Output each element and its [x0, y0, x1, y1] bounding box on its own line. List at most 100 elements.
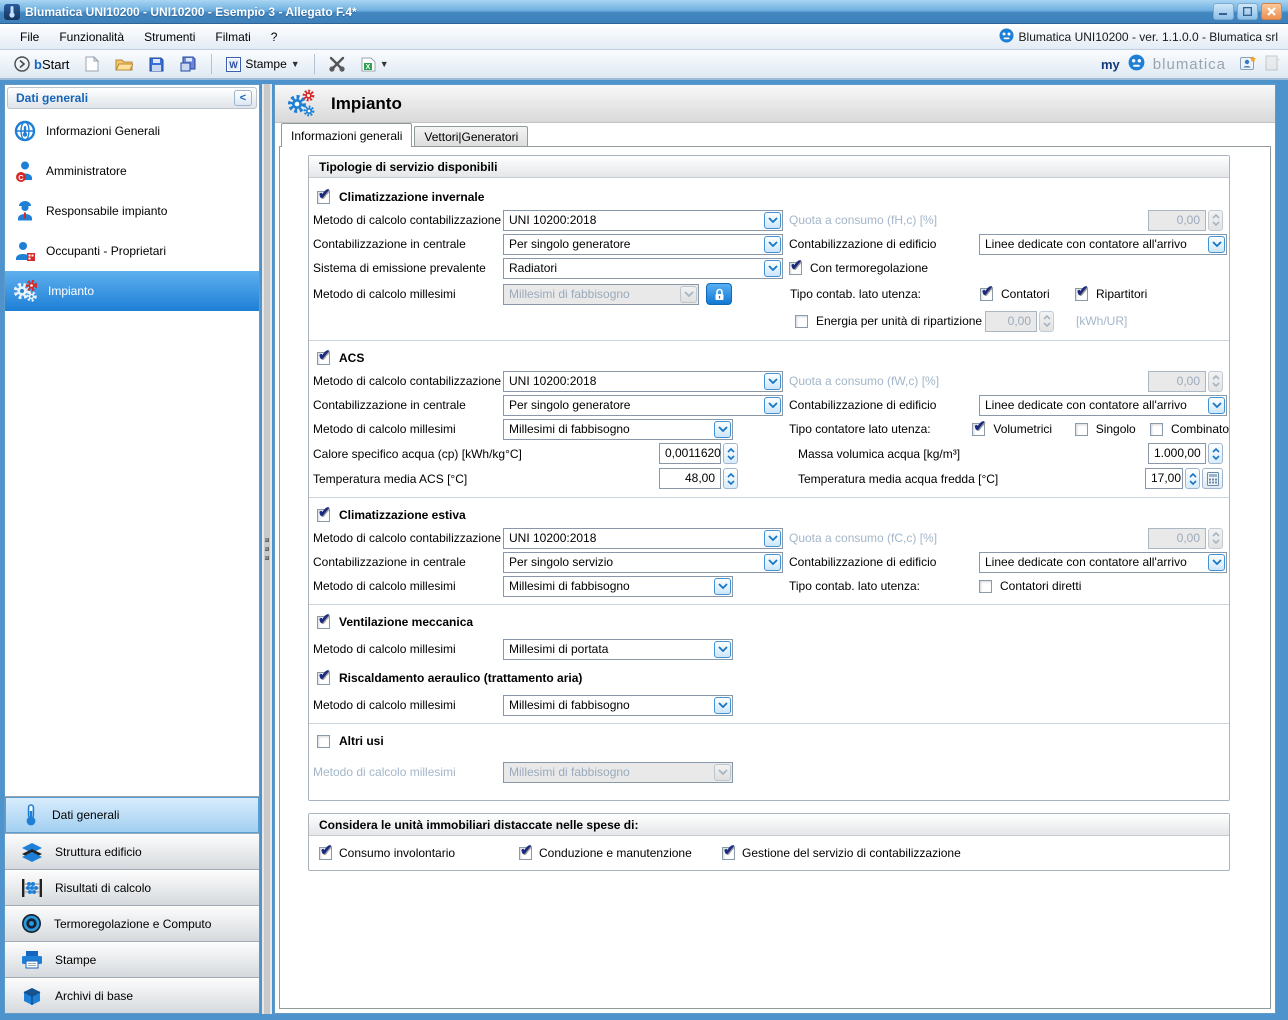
metodo-calcolo-dropdown[interactable]: UNI 10200:2018 — [503, 210, 783, 231]
combinato-checkbox[interactable] — [1150, 423, 1163, 436]
contabilizzazione-centrale-dropdown[interactable]: Per singolo generatore — [503, 234, 783, 255]
menu-help[interactable]: ? — [261, 26, 288, 48]
metodo-calcolo-dropdown[interactable]: UNI 10200:2018 — [503, 528, 783, 549]
sidebar-item-occupanti-proprietari[interactable]: Occupanti - Proprietari — [5, 231, 259, 271]
consumo-involontario-checkbox[interactable] — [319, 847, 332, 860]
panel-splitter[interactable] — [260, 84, 274, 1014]
acs-checkbox[interactable] — [317, 352, 330, 365]
spinner-buttons[interactable] — [1208, 443, 1223, 464]
millesimi-dropdown[interactable]: Millesimi di fabbisogno — [503, 419, 733, 440]
calculator-button[interactable] — [1202, 468, 1223, 489]
gestione-servizio-checkbox[interactable] — [722, 847, 735, 860]
new-file-button[interactable] — [79, 53, 105, 75]
gears-icon — [287, 89, 321, 119]
chevron-down-icon[interactable] — [764, 373, 781, 390]
sidebar-item-label: Informazioni Generali — [46, 124, 160, 138]
contabilizzazione-edificio-dropdown[interactable]: Linee dedicate con contatore all'arrivo — [979, 552, 1227, 573]
save-all-button[interactable] — [174, 53, 203, 75]
bstart-button[interactable]: bStart — [8, 53, 75, 75]
lock-button[interactable] — [706, 283, 732, 305]
maximize-button[interactable] — [1237, 3, 1258, 20]
temperatura-acs-spinner[interactable]: 48,00 — [659, 468, 738, 489]
chevron-down-icon[interactable] — [764, 212, 781, 229]
riscaldamento-aeraulico-checkbox[interactable] — [317, 672, 330, 685]
chevron-down-icon[interactable] — [1208, 397, 1225, 414]
menu-strumenti[interactable]: Strumenti — [134, 26, 205, 48]
chevron-down-icon[interactable] — [714, 641, 731, 658]
altri-usi-checkbox[interactable] — [317, 735, 330, 748]
spinner-buttons[interactable] — [1185, 468, 1200, 489]
contabilizzazione-edificio-dropdown[interactable]: Linee dedicate con contatore all'arrivo — [979, 395, 1227, 416]
calore-specifico-spinner[interactable]: 0,0011620 — [659, 443, 738, 464]
open-button[interactable] — [109, 54, 139, 74]
save-button[interactable] — [143, 54, 170, 75]
close-button[interactable] — [1261, 3, 1282, 20]
excel-export-button[interactable]: X ▼ — [355, 54, 395, 75]
millesimi-dropdown[interactable]: Millesimi di portata — [503, 639, 733, 660]
groupbox-header: Considera le unità immobiliari distaccat… — [309, 814, 1229, 836]
millesimi-dropdown[interactable]: Millesimi di fabbisogno — [503, 695, 733, 716]
contabilizzazione-edificio-dropdown[interactable]: Linee dedicate con contatore all'arrivo — [979, 234, 1227, 255]
singolo-checkbox[interactable] — [1075, 423, 1088, 436]
spinner-buttons[interactable] — [723, 468, 738, 489]
sistema-emissione-dropdown[interactable]: Radiatori — [503, 258, 783, 279]
user-profile-button[interactable] — [1240, 55, 1257, 74]
sidebar-item-responsabile-impianto[interactable]: Responsabile impianto — [5, 191, 259, 231]
window-title: Blumatica UNI10200 - UNI10200 - Esempio … — [25, 5, 1213, 19]
contatori-diretti-checkbox[interactable] — [979, 580, 992, 593]
tools-button[interactable] — [323, 53, 351, 75]
chevron-down-icon[interactable] — [1208, 236, 1225, 253]
gears-icon — [13, 278, 39, 304]
section-altri-usi: Altri usi Metodo di calcolo millesimi Mi… — [309, 723, 1229, 790]
sidebar-collapse-button[interactable]: < — [234, 90, 252, 106]
stampe-button[interactable]: W Stampe ▼ — [220, 54, 305, 75]
nav-termoregolazione-e-computo[interactable]: Termoregolazione e Computo — [5, 905, 259, 941]
spinner-buttons[interactable] — [723, 443, 738, 464]
sidebar-item-informazioni-generali[interactable]: Informazioni Generali — [5, 111, 259, 151]
chevron-down-icon[interactable] — [764, 397, 781, 414]
climatizzazione-invernale-checkbox[interactable] — [317, 191, 330, 204]
chevron-down-icon[interactable] — [764, 236, 781, 253]
chevron-down-icon[interactable] — [764, 554, 781, 571]
chevron-down-icon — [714, 764, 731, 781]
contatori-checkbox[interactable] — [980, 288, 993, 301]
chevron-down-icon[interactable] — [714, 421, 731, 438]
ventilazione-meccanica-checkbox[interactable] — [317, 616, 330, 629]
chevron-down-icon[interactable] — [714, 578, 731, 595]
con-termoregolazione-checkbox[interactable] — [789, 262, 802, 275]
chevron-down-icon[interactable] — [714, 697, 731, 714]
conduzione-manutenzione-checkbox[interactable] — [519, 847, 532, 860]
sidebar-item-impianto[interactable]: Impianto — [5, 271, 259, 311]
contabilizzazione-centrale-dropdown[interactable]: Per singolo generatore — [503, 395, 783, 416]
menu-filmati[interactable]: Filmati — [205, 26, 260, 48]
sidebar-item-amministratore[interactable]: C Amministratore — [5, 151, 259, 191]
menu-funzionalita[interactable]: Funzionalità — [49, 26, 134, 48]
massa-volumica-spinner[interactable]: 1.000,00 — [1148, 443, 1223, 464]
section-title: Climatizzazione estiva — [339, 508, 466, 522]
nav-dati-generali[interactable]: Dati generali — [5, 797, 259, 833]
chevron-down-icon[interactable] — [764, 260, 781, 277]
save-all-icon — [180, 56, 197, 72]
nav-risultati-di-calcolo[interactable]: Risultati di calcolo — [5, 869, 259, 905]
climatizzazione-estiva-checkbox[interactable] — [317, 509, 330, 522]
minimize-button[interactable] — [1213, 3, 1234, 20]
tab-informazioni-generali[interactable]: Informazioni generali — [281, 123, 412, 147]
quota-consumo-spinner: 0,00 — [1148, 210, 1223, 231]
temperatura-fredda-spinner[interactable]: 17,00 — [1145, 468, 1223, 489]
energia-ripartizione-checkbox[interactable] — [795, 315, 808, 328]
nav-archivi-di-base[interactable]: Archivi di base — [5, 977, 259, 1013]
sidebar: Dati generali < Informazioni Generali C … — [4, 84, 260, 1014]
field-label: Metodo di calcolo millesimi — [313, 287, 503, 301]
nav-struttura-edificio[interactable]: Struttura edificio — [5, 833, 259, 869]
millesimi-dropdown[interactable]: Millesimi di fabbisogno — [503, 576, 733, 597]
nav-stampe[interactable]: Stampe — [5, 941, 259, 977]
volumetrici-checkbox[interactable] — [972, 423, 985, 436]
chevron-down-icon[interactable] — [1208, 554, 1225, 571]
metodo-calcolo-dropdown[interactable]: UNI 10200:2018 — [503, 371, 783, 392]
tab-vettori-generatori[interactable]: Vettori|Generatori — [414, 126, 528, 147]
ripartitori-checkbox[interactable] — [1075, 288, 1088, 301]
contabilizzazione-centrale-dropdown[interactable]: Per singolo servizio — [503, 552, 783, 573]
millesimi-dropdown-disabled: Millesimi di fabbisogno — [503, 762, 733, 783]
chevron-down-icon[interactable] — [764, 530, 781, 547]
menu-file[interactable]: File — [10, 26, 49, 48]
